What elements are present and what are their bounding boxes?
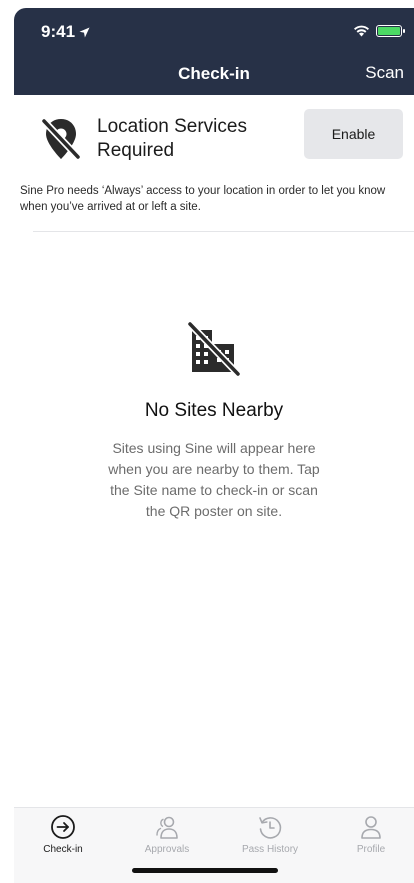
location-arrow-icon	[79, 27, 90, 37]
header: 9:41 Check-in Scan	[14, 8, 414, 95]
app-screen: 9:41 Check-in Scan Location Services Req…	[14, 8, 414, 883]
person-icon	[361, 816, 381, 839]
no-buildings-icon	[186, 320, 242, 378]
status-time: 9:41	[41, 22, 90, 42]
arrow-circle-icon	[51, 815, 75, 839]
status-icons	[353, 24, 405, 37]
history-icon	[259, 817, 282, 839]
tab-label-pass-history: Pass History	[241, 844, 299, 855]
divider	[33, 231, 414, 232]
empty-state: No Sites Nearby Sites using Sine will ap…	[14, 318, 414, 522]
location-off-icon	[40, 117, 82, 161]
tab-check-in[interactable]: Check-in	[23, 814, 103, 866]
location-services-banner: Location Services Required Enable Sine P…	[14, 95, 414, 232]
tab-label-approvals: Approvals	[144, 844, 190, 855]
enable-button[interactable]: Enable	[304, 109, 403, 159]
tab-profile[interactable]: Profile	[331, 814, 411, 866]
empty-state-description: Sites using Sine will appear here when y…	[108, 440, 320, 519]
tab-pass-history[interactable]: Pass History	[230, 814, 310, 866]
home-indicator	[132, 868, 278, 873]
tab-label-check-in: Check-in	[43, 844, 83, 855]
battery-charging-icon	[376, 24, 405, 37]
status-time-text: 9:41	[41, 22, 76, 41]
scan-button[interactable]: Scan	[365, 63, 404, 83]
page-title: Check-in	[178, 64, 250, 83]
tab-approvals[interactable]: Approvals	[127, 814, 207, 866]
wifi-icon	[354, 25, 369, 37]
tab-label-profile: Profile	[356, 844, 386, 855]
location-services-title: Location Services Required	[97, 116, 247, 161]
location-services-description: Sine Pro needs ‘Always’ access to your l…	[20, 185, 386, 213]
empty-state-title: No Sites Nearby	[144, 400, 284, 421]
people-icon	[156, 816, 178, 839]
